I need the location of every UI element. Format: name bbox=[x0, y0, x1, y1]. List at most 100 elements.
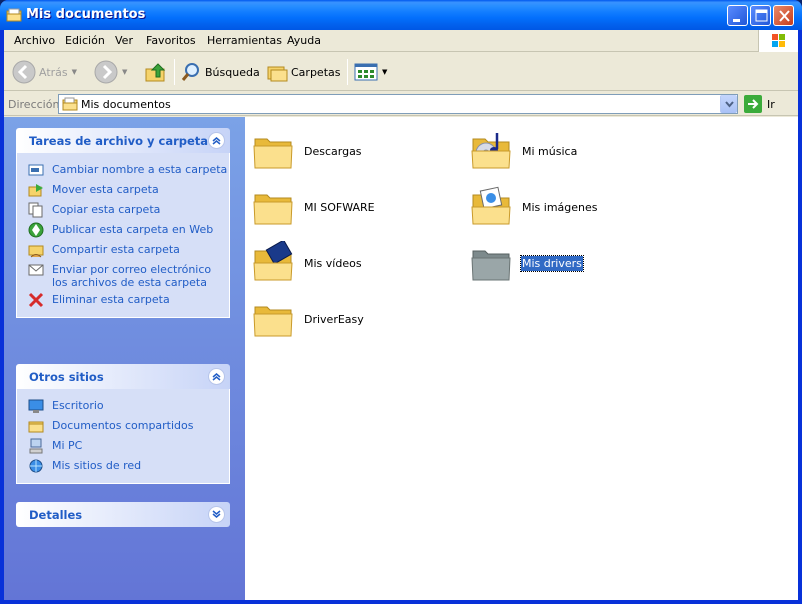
place-label: Escritorio bbox=[52, 399, 104, 412]
file-folder-tasks-header[interactable]: Tareas de archivo y carpeta bbox=[16, 128, 230, 153]
other-places-panel: Otros sitios Escritorio Documentos compa… bbox=[16, 364, 230, 484]
title-bar[interactable]: Mis documentos bbox=[0, 0, 802, 30]
file-list-view[interactable]: Descargas Mi música MI SOFWARE Mis imáge… bbox=[245, 117, 798, 600]
expand-panel-button[interactable] bbox=[208, 506, 225, 523]
folders-button[interactable]: Carpetas bbox=[266, 57, 340, 87]
panel-title: Detalles bbox=[29, 508, 83, 522]
task-publish-web[interactable]: Publicar esta carpeta en Web bbox=[17, 221, 229, 241]
up-folder-icon bbox=[145, 63, 166, 82]
task-label: Copiar esta carpeta bbox=[52, 203, 161, 216]
go-arrow-icon bbox=[744, 95, 762, 113]
task-pane: Tareas de archivo y carpeta Cambiar nomb… bbox=[4, 117, 245, 600]
menu-favoritos[interactable]: Favoritos bbox=[146, 34, 196, 47]
windows-flag-icon bbox=[772, 34, 785, 47]
address-bar: Dirección Mis documentos Ir bbox=[4, 92, 798, 116]
back-dropdown-icon[interactable]: ▼ bbox=[72, 68, 77, 76]
globe-icon bbox=[28, 222, 44, 238]
folder-item[interactable]: Mis imágenes bbox=[469, 185, 599, 229]
folder-label: MI SOFWARE bbox=[304, 200, 375, 214]
task-move-folder[interactable]: Mover esta carpeta bbox=[17, 181, 229, 201]
task-label: Enviar por correo electrónico los archiv… bbox=[52, 263, 212, 289]
place-shared-documents[interactable]: Documentos compartidos bbox=[17, 417, 229, 437]
folder-item[interactable]: MI SOFWARE bbox=[251, 185, 376, 229]
place-network-places[interactable]: Mis sitios de red bbox=[17, 457, 229, 477]
folder-item[interactable]: DriverEasy bbox=[251, 297, 365, 341]
collapse-panel-button[interactable] bbox=[208, 368, 225, 385]
folders-icon bbox=[267, 66, 288, 82]
folder-item[interactable]: Mi música bbox=[469, 129, 578, 173]
move-folder-icon bbox=[28, 184, 43, 197]
task-rename-folder[interactable]: Cambiar nombre a esta carpeta bbox=[17, 161, 229, 181]
back-button[interactable]: Atrás ▼ bbox=[12, 57, 77, 87]
menu-edicion[interactable]: Edición bbox=[65, 34, 105, 47]
chevron-down-icon bbox=[212, 510, 221, 518]
search-icon bbox=[181, 63, 199, 81]
forward-button[interactable]: ▼ bbox=[94, 57, 127, 87]
place-label: Mis sitios de red bbox=[52, 459, 142, 472]
maximize-button[interactable] bbox=[750, 5, 771, 26]
client-area: Archivo Edición Ver Favoritos Herramient… bbox=[4, 30, 798, 600]
details-panel: Detalles bbox=[16, 502, 230, 527]
menu-archivo[interactable]: Archivo bbox=[14, 34, 55, 47]
desktop-icon bbox=[28, 399, 44, 413]
up-folder-button[interactable] bbox=[144, 57, 168, 87]
email-icon bbox=[28, 264, 44, 276]
file-folder-tasks-list: Cambiar nombre a esta carpeta Mover esta… bbox=[16, 153, 230, 318]
panel-title: Tareas de archivo y carpeta bbox=[29, 134, 209, 148]
folder-icon bbox=[253, 194, 293, 225]
views-dropdown-icon[interactable]: ▼ bbox=[382, 68, 387, 76]
folder-label: Mis drivers bbox=[520, 254, 584, 272]
task-copy-folder[interactable]: Copiar esta carpeta bbox=[17, 201, 229, 221]
menu-herramientas[interactable]: Herramientas bbox=[207, 34, 282, 47]
delete-icon bbox=[28, 292, 44, 308]
task-share-folder[interactable]: Compartir esta carpeta bbox=[17, 241, 229, 261]
folder-item[interactable]: Mis vídeos bbox=[251, 241, 363, 285]
folder-item[interactable]: Descargas bbox=[251, 129, 363, 173]
address-field[interactable]: Mis documentos bbox=[58, 94, 738, 114]
forward-dropdown-icon[interactable]: ▼ bbox=[122, 68, 127, 76]
task-email-files[interactable]: Enviar por correo electrónico los archiv… bbox=[17, 261, 229, 291]
computer-icon bbox=[29, 438, 43, 454]
explorer-window: Mis documentos Archivo Edición Ver Favor… bbox=[0, 0, 802, 604]
task-delete-folder[interactable]: Eliminar esta carpeta bbox=[17, 291, 229, 311]
forward-arrow-icon bbox=[94, 60, 118, 84]
address-label: Dirección bbox=[8, 98, 60, 111]
views-button[interactable]: ▼ bbox=[354, 57, 387, 87]
folders-label: Carpetas bbox=[291, 65, 341, 79]
folder-label: Descargas bbox=[304, 144, 362, 158]
menu-ver[interactable]: Ver bbox=[115, 34, 133, 47]
toolbar-separator bbox=[174, 59, 175, 85]
minimize-button[interactable] bbox=[727, 5, 748, 26]
address-dropdown-button[interactable] bbox=[720, 95, 737, 113]
collapse-panel-button[interactable] bbox=[208, 132, 225, 149]
task-label: Eliminar esta carpeta bbox=[52, 293, 170, 306]
videos-folder-icon bbox=[253, 241, 293, 281]
windows-logo bbox=[758, 30, 798, 52]
place-my-computer[interactable]: Mi PC bbox=[17, 437, 229, 457]
search-label: Búsqueda bbox=[205, 65, 260, 79]
window-title: Mis documentos bbox=[26, 7, 146, 22]
task-label: Compartir esta carpeta bbox=[52, 243, 180, 256]
toolbar: Atrás ▼ ▼ Búsqueda Carpetas ▼ bbox=[4, 53, 798, 91]
back-arrow-icon bbox=[12, 60, 36, 84]
search-button[interactable]: Búsqueda bbox=[180, 57, 260, 87]
place-label: Mi PC bbox=[52, 439, 83, 452]
folder-icon bbox=[28, 421, 44, 433]
menu-ayuda[interactable]: Ayuda bbox=[287, 34, 321, 47]
task-label: Cambiar nombre a esta carpeta bbox=[52, 163, 228, 176]
pictures-folder-icon bbox=[471, 186, 511, 225]
folder-app-icon bbox=[6, 8, 22, 22]
maximize-icon bbox=[755, 9, 768, 22]
other-places-list: Escritorio Documentos compartidos Mi PC … bbox=[16, 389, 230, 484]
file-folder-tasks-panel: Tareas de archivo y carpeta Cambiar nomb… bbox=[16, 128, 230, 318]
other-places-header[interactable]: Otros sitios bbox=[16, 364, 230, 389]
folder-label: Mi música bbox=[522, 144, 578, 158]
minimize-icon bbox=[733, 19, 740, 22]
menu-bar: Archivo Edición Ver Favoritos Herramient… bbox=[4, 30, 798, 52]
task-label: Publicar esta carpeta en Web bbox=[52, 223, 214, 236]
details-header[interactable]: Detalles bbox=[16, 502, 230, 527]
go-button[interactable]: Ir bbox=[744, 95, 775, 113]
close-button[interactable] bbox=[773, 5, 794, 26]
folder-item-selected[interactable]: Mis drivers bbox=[469, 241, 584, 285]
place-desktop[interactable]: Escritorio bbox=[17, 397, 229, 417]
